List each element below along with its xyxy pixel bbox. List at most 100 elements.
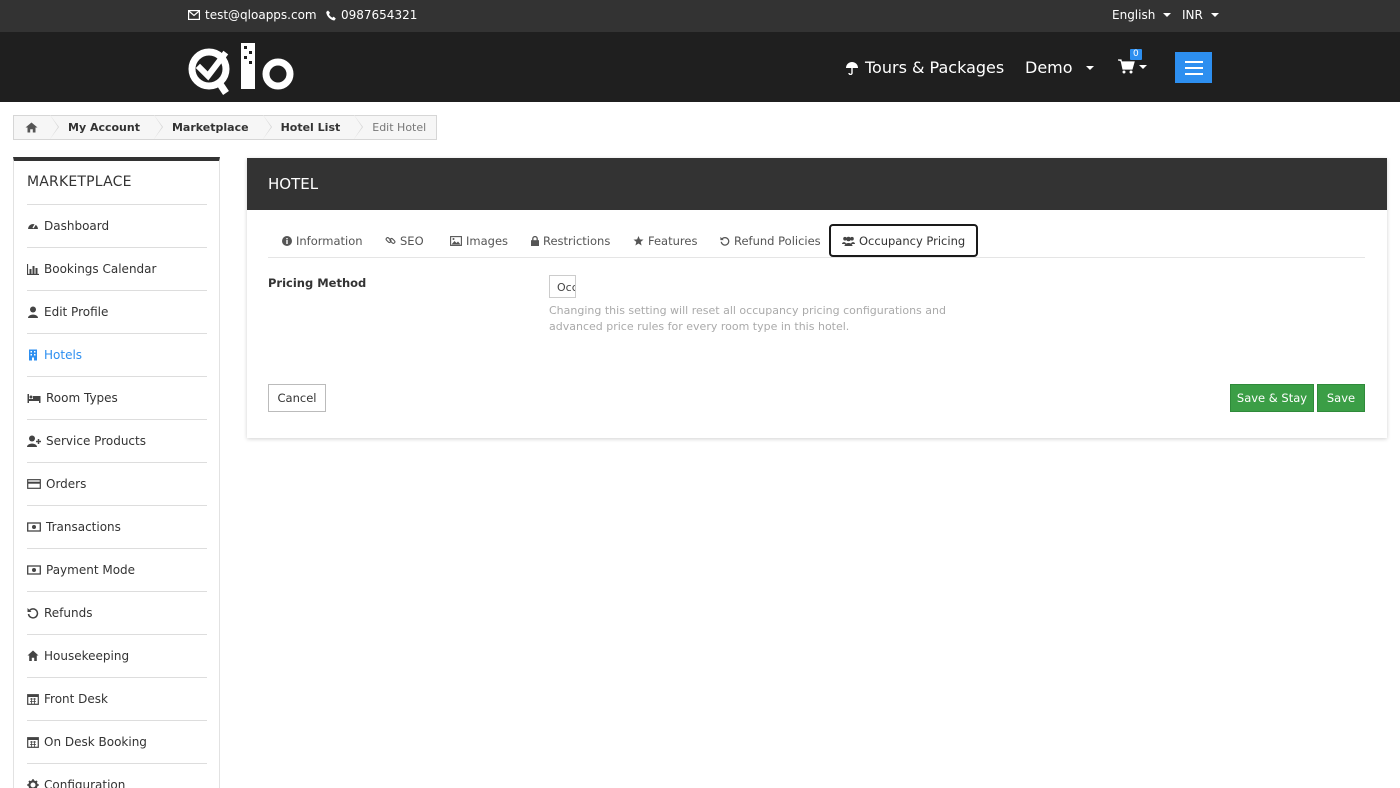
tours-packages-link[interactable]: Tours & Packages bbox=[845, 58, 1004, 77]
cart-button[interactable]: 0 bbox=[1118, 49, 1147, 74]
sidebar-item-edit-profile[interactable]: Edit Profile bbox=[27, 290, 207, 333]
users-icon bbox=[842, 236, 855, 246]
sidebar-item-room-types[interactable]: Room Types bbox=[27, 376, 207, 419]
sidebar-title: MARKETPLACE bbox=[27, 174, 132, 190]
tab-label: Restrictions bbox=[543, 233, 611, 248]
home-icon bbox=[27, 650, 39, 661]
language-label: English bbox=[1112, 8, 1156, 22]
tab-label: SEO bbox=[400, 233, 424, 248]
contact-email[interactable]: test@qloapps.com bbox=[188, 8, 317, 22]
sidebar-item-refunds[interactable]: Refunds bbox=[27, 591, 207, 634]
sidebar-item-front-desk[interactable]: Front Desk bbox=[27, 677, 207, 720]
sidebar-item-label: Front Desk bbox=[44, 692, 108, 706]
hamburger-menu-button[interactable] bbox=[1175, 52, 1212, 83]
cart-count-badge: 0 bbox=[1130, 49, 1142, 60]
currency-label: INR bbox=[1182, 8, 1203, 22]
sidebar-item-orders[interactable]: Orders bbox=[27, 462, 207, 505]
qlo-logo[interactable] bbox=[188, 41, 298, 95]
sidebar-item-service-products[interactable]: Service Products bbox=[27, 419, 207, 462]
panel-title: HOTEL bbox=[247, 158, 1387, 210]
sidebar-item-label: Edit Profile bbox=[44, 305, 109, 319]
tab-label: Refund Policies bbox=[734, 233, 821, 248]
sidebar-item-label: Dashboard bbox=[44, 219, 110, 233]
sidebar-item-dashboard[interactable]: Dashboard bbox=[27, 204, 207, 247]
sidebar-item-label: Bookings Calendar bbox=[44, 262, 157, 276]
breadcrumb-label: Marketplace bbox=[171, 121, 249, 134]
sidebar-item-label: Refunds bbox=[44, 606, 93, 620]
envelope-icon bbox=[188, 10, 200, 20]
sidebar-item-label: Configuration bbox=[44, 778, 126, 788]
caret-down-icon bbox=[1139, 64, 1147, 69]
tab-restrictions[interactable]: Restrictions bbox=[531, 224, 610, 257]
marketplace-sidebar: MARKETPLACE Dashboard Bookings Calendar … bbox=[13, 157, 220, 788]
money-icon bbox=[27, 565, 41, 575]
caret-down-icon bbox=[1210, 13, 1219, 17]
tab-occupancy-pricing[interactable]: Occupancy Pricing bbox=[829, 224, 979, 257]
sidebar-item-hotels[interactable]: Hotels bbox=[27, 333, 207, 376]
sidebar-item-label: Housekeeping bbox=[44, 649, 130, 663]
calendar-icon bbox=[27, 694, 39, 705]
pricing-method-select[interactable]: Occupancy bbox=[549, 275, 576, 298]
user-icon bbox=[28, 306, 38, 318]
contact-email-text: test@qloapps.com bbox=[205, 8, 317, 22]
save-and-stay-button[interactable]: Save & Stay bbox=[1230, 384, 1314, 412]
breadcrumb-label: Edit Hotel bbox=[372, 121, 427, 134]
tab-label: Features bbox=[648, 233, 698, 248]
user-plus-icon bbox=[27, 435, 41, 447]
contact-phone[interactable]: 0987654321 bbox=[326, 8, 417, 22]
tab-label: Occupancy Pricing bbox=[859, 233, 966, 248]
phone-icon bbox=[326, 10, 336, 20]
tab-label: Information bbox=[296, 233, 363, 248]
tab-features[interactable]: Features bbox=[633, 224, 697, 257]
sidebar-item-configuration[interactable]: Configuration bbox=[27, 763, 207, 788]
tab-refund-policies[interactable]: Refund Policies bbox=[720, 224, 821, 257]
image-icon bbox=[450, 235, 462, 246]
breadcrumb-marketplace[interactable]: Marketplace bbox=[153, 115, 272, 139]
tours-packages-label: Tours & Packages bbox=[865, 58, 1005, 77]
sidebar-item-bookings-calendar[interactable]: Bookings Calendar bbox=[27, 247, 207, 290]
caret-down-icon bbox=[1085, 65, 1094, 70]
top-info-bar: test@qloapps.com 0987654321 English INR bbox=[0, 0, 1400, 32]
building-icon bbox=[29, 349, 37, 361]
language-dropdown[interactable]: English bbox=[1112, 8, 1172, 22]
tab-images[interactable]: Images bbox=[450, 224, 508, 257]
gear-icon bbox=[27, 779, 39, 788]
breadcrumb-label: My Account bbox=[68, 121, 140, 134]
cancel-button[interactable]: Cancel bbox=[268, 384, 326, 412]
breadcrumb-home[interactable] bbox=[14, 115, 59, 139]
sidebar-item-label: On Desk Booking bbox=[44, 735, 147, 749]
sidebar-item-label: Service Products bbox=[46, 434, 146, 448]
money-icon bbox=[27, 522, 41, 532]
caret-down-icon bbox=[1163, 13, 1172, 17]
calendar-icon bbox=[27, 737, 39, 748]
sidebar-item-transactions[interactable]: Transactions bbox=[27, 505, 207, 548]
sidebar-item-label: Orders bbox=[46, 477, 87, 491]
menu-bar bbox=[1184, 72, 1203, 75]
sidebar-item-housekeeping[interactable]: Housekeeping bbox=[27, 634, 207, 677]
bar-chart-icon bbox=[27, 264, 39, 275]
dashboard-icon bbox=[28, 223, 38, 229]
hotel-tabs: Information SEO Images Restrictions Feat… bbox=[268, 224, 1365, 258]
menu-bar bbox=[1184, 66, 1203, 69]
save-button[interactable]: Save bbox=[1317, 384, 1365, 412]
sidebar-item-label: Hotels bbox=[44, 348, 83, 362]
breadcrumb-my-account[interactable]: My Account bbox=[50, 115, 163, 139]
sidebar-item-label: Payment Mode bbox=[46, 563, 136, 577]
pricing-method-help-text: Changing this setting will reset all occ… bbox=[549, 304, 946, 333]
sidebar-item-label: Room Types bbox=[46, 391, 118, 405]
tab-seo[interactable]: SEO bbox=[385, 224, 424, 257]
cart-icon bbox=[1118, 59, 1135, 74]
credit-card-icon bbox=[27, 479, 41, 489]
undo-icon bbox=[27, 608, 39, 619]
home-icon bbox=[25, 122, 38, 133]
breadcrumb: My Account Marketplace Hotel List Edit H… bbox=[13, 115, 438, 140]
currency-dropdown[interactable]: INR bbox=[1182, 8, 1219, 22]
sidebar-item-on-desk-booking[interactable]: On Desk Booking bbox=[27, 720, 207, 763]
lock-icon bbox=[531, 235, 539, 246]
sidebar-item-payment-mode[interactable]: Payment Mode bbox=[27, 548, 207, 591]
contact-phone-text: 0987654321 bbox=[341, 8, 418, 22]
bed-icon bbox=[27, 394, 41, 403]
demo-user-dropdown[interactable]: Demo bbox=[1025, 58, 1094, 77]
breadcrumb-hotel-list[interactable]: Hotel List bbox=[262, 115, 363, 139]
tab-information[interactable]: Information bbox=[282, 224, 363, 257]
